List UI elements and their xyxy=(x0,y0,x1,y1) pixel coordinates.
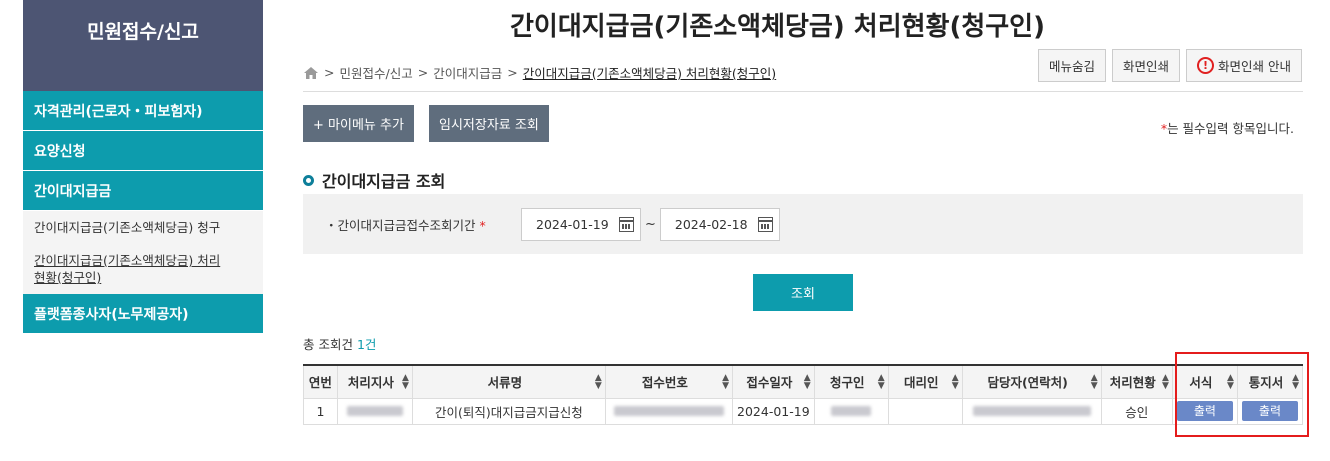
date-to-input[interactable]: 2024-02-18 xyxy=(659,207,780,241)
add-mymenu-button[interactable]: + 마이메뉴 추가 xyxy=(303,105,414,142)
col-header-agent[interactable]: 대리인 ▲ ▼ xyxy=(887,365,963,399)
required-note: *는 필수입력 항목입니다. xyxy=(1161,118,1294,137)
total-count: 총 조회건 1건 xyxy=(303,334,376,353)
highlight-box xyxy=(1175,352,1309,437)
page-title: 간이대지급금(기존소액체당금) 처리현황(청구인) xyxy=(510,12,1045,42)
col-header-status[interactable]: 처리현황 ▲ ▼ xyxy=(1100,365,1173,399)
sort-icon[interactable]: ▲ ▼ xyxy=(1091,373,1098,390)
sidebar-item-qualification[interactable]: 자격관리(근로자・피보험자) xyxy=(23,91,263,131)
col-header-branch[interactable]: 처리지사 ▲ ▼ xyxy=(336,365,413,399)
temp-saved-button[interactable]: 임시저장자료 조회 xyxy=(429,105,549,142)
print-guide-button[interactable]: ! 화면인쇄 안내 xyxy=(1186,49,1302,82)
sidebar-item-simple-payment[interactable]: 간이대지급금 xyxy=(23,171,263,211)
sidebar-submenu: 간이대지급금(기존소액체당금) 청구 간이대지급금(기존소액체당금) 처리현황(… xyxy=(23,211,263,294)
cell-no: 1 xyxy=(303,397,338,425)
breadcrumb-item-current[interactable]: 간이대지급금(기존소액체당금) 처리현황(청구인) xyxy=(523,63,776,82)
chevron-right-icon: > xyxy=(417,65,429,80)
cell-claimant xyxy=(813,397,889,425)
breadcrumb-item-simple-payment[interactable]: 간이대지급금 xyxy=(433,63,502,82)
sort-icon[interactable]: ▲ ▼ xyxy=(722,373,729,390)
alert-icon: ! xyxy=(1197,57,1215,74)
required-star: * xyxy=(479,217,486,233)
col-header-receipt-date[interactable]: 접수일자 ▲ ▼ xyxy=(732,365,815,399)
table-row: 1 간이(퇴직)대지급금지급신청 2024-01-19 승인 출력 출력 xyxy=(303,397,1304,425)
print-guide-label: 화면인쇄 안내 xyxy=(1218,59,1291,74)
cell-doc: 간이(퇴직)대지급금지급신청 xyxy=(411,397,606,425)
date-from-input[interactable]: 2024-01-19 xyxy=(521,207,641,241)
result-table: 연번 처리지사 ▲ ▼ 서류명 ▲ ▼ 접수번호 ▲ ▼ 접수일자 ▲ ▼ 청구인 ▲ ▼ 대리인 ▲… xyxy=(303,364,1304,425)
cell-receipt-no xyxy=(604,397,734,425)
cell-agent xyxy=(887,397,963,425)
search-button[interactable]: 조회 xyxy=(753,274,853,311)
divider xyxy=(303,91,1303,92)
sort-icon[interactable]: ▲ ▼ xyxy=(878,373,885,390)
total-prefix: 총 조회건 xyxy=(303,337,353,352)
sort-icon[interactable]: ▲ ▼ xyxy=(804,373,811,390)
bullet-icon xyxy=(303,174,314,186)
sort-icon[interactable]: ▲ ▼ xyxy=(595,373,602,390)
col-header-receipt-no[interactable]: 접수번호 ▲ ▼ xyxy=(604,365,734,399)
cell-receipt-date: 2024-01-19 xyxy=(732,397,815,425)
sidebar-item-care-request[interactable]: 요양신청 xyxy=(23,131,263,171)
date-separator: ~ xyxy=(645,216,656,232)
search-label-text: ・간이대지급금접수조회기간 xyxy=(325,217,476,233)
hide-menu-button[interactable]: 메뉴숨김 xyxy=(1037,49,1106,82)
sidebar-item-platform-worker[interactable]: 플랫폼종사자(노무제공자) xyxy=(23,294,263,334)
cell-status: 승인 xyxy=(1100,397,1173,425)
table-header-row: 연번 처리지사 ▲ ▼ 서류명 ▲ ▼ 접수번호 ▲ ▼ 접수일자 ▲ ▼ 청구인 ▲ ▼ 대리인 ▲… xyxy=(303,365,1304,399)
sort-icon[interactable]: ▲ ▼ xyxy=(1162,373,1169,390)
chevron-right-icon: > xyxy=(324,65,335,80)
calendar-icon[interactable] xyxy=(619,216,634,232)
search-label: ・간이대지급금접수조회기간 * xyxy=(325,215,521,234)
cell-manager xyxy=(961,397,1102,425)
cell-branch xyxy=(336,397,413,425)
date-to-value: 2024-02-18 xyxy=(674,216,748,232)
sidebar: 민원접수/신고 자격관리(근로자・피보험자) 요양신청 간이대지급금 간이대지급… xyxy=(23,0,263,342)
search-box: ・간이대지급금접수조회기간 * 2024-01-19 ~ 2024-02-18 xyxy=(303,194,1303,254)
total-count-value: 1건 xyxy=(356,337,377,352)
top-toolbar: 메뉴숨김 화면인쇄 ! 화면인쇄 안내 xyxy=(1037,49,1302,82)
sort-icon[interactable]: ▲ ▼ xyxy=(952,373,959,390)
sidebar-subitem-claim[interactable]: 간이대지급금(기존소액체당금) 청구 xyxy=(34,219,263,236)
col-header-claimant[interactable]: 청구인 ▲ ▼ xyxy=(813,365,889,399)
col-header-manager[interactable]: 담당자(연락처) ▲ ▼ xyxy=(961,365,1102,399)
print-screen-button[interactable]: 화면인쇄 xyxy=(1112,49,1181,82)
sidebar-subitem-status[interactable]: 간이대지급금(기존소액체당금) 처리현황(청구인) xyxy=(34,252,224,286)
section-title: 간이대지급금 조회 xyxy=(303,168,445,192)
section-title-text: 간이대지급금 조회 xyxy=(322,172,446,191)
page: 민원접수/신고 자격관리(근로자・피보험자) 요양신청 간이대지급금 간이대지급… xyxy=(0,0,1330,461)
home-icon[interactable] xyxy=(303,66,319,80)
sidebar-header: 민원접수/신고 xyxy=(23,0,263,91)
calendar-icon[interactable] xyxy=(757,216,773,232)
required-note-text: 는 필수입력 항목입니다. xyxy=(1167,121,1294,136)
sort-icon[interactable]: ▲ ▼ xyxy=(402,373,409,390)
breadcrumb: > 민원접수/신고 > 간이대지급금 > 간이대지급금(기존소액체당금) 처리현… xyxy=(303,63,776,82)
date-from-value: 2024-01-19 xyxy=(536,216,609,232)
breadcrumb-item-civil[interactable]: 민원접수/신고 xyxy=(339,63,412,82)
col-header-doc[interactable]: 서류명 ▲ ▼ xyxy=(411,365,606,399)
chevron-right-icon: > xyxy=(507,65,518,80)
col-header-no: 연번 xyxy=(303,365,338,399)
